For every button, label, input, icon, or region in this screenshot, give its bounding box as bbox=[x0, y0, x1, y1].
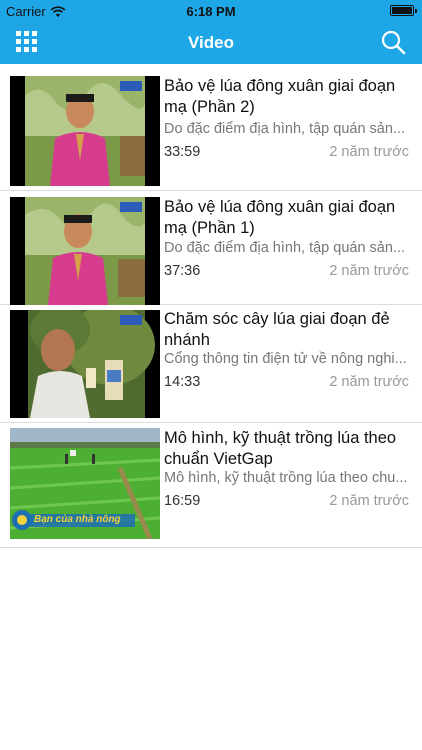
search-icon[interactable] bbox=[380, 29, 406, 55]
battery-icon bbox=[390, 5, 417, 16]
app-header: Carrier 6:18 PM Video bbox=[0, 0, 422, 64]
video-list-item[interactable]: Bạn của nhà nông Mô hình, kỹ thuật trồng… bbox=[0, 423, 422, 548]
status-time: 6:18 PM bbox=[186, 4, 236, 19]
video-title: Bảo vệ lúa đông xuân giai đoạn mạ (Phần … bbox=[164, 198, 396, 237]
tv-presenter-thumbnail bbox=[10, 197, 160, 305]
video-description: Do đặc điểm địa hình, tập quán sản... bbox=[164, 240, 406, 256]
video-list-item[interactable]: Bảo vệ lúa đông xuân giai đoạn mạ (Phần … bbox=[0, 191, 422, 305]
thumbnail-logo-text: Bạn của nhà nông bbox=[34, 514, 121, 525]
video-date: 2 năm trước bbox=[329, 493, 409, 509]
video-title: Bảo vệ lúa đông xuân giai đoạn mạ (Phần … bbox=[164, 77, 396, 116]
video-date: 2 năm trước bbox=[329, 144, 409, 160]
farmer-interview-thumbnail bbox=[10, 310, 160, 418]
tv-presenter-thumbnail bbox=[10, 76, 160, 186]
video-description: Cổng thông tin điện tử về nông nghi... bbox=[164, 351, 407, 367]
video-thumbnail[interactable] bbox=[10, 310, 160, 418]
video-duration: 37:36 bbox=[164, 263, 201, 279]
page-title: Video bbox=[188, 33, 234, 52]
video-title: Chăm sóc cây lúa giai đoạn đẻ nhánh bbox=[164, 310, 390, 349]
video-thumbnail[interactable] bbox=[10, 76, 160, 186]
video-date: 2 năm trước bbox=[329, 263, 409, 279]
video-list: Bảo vệ lúa đông xuân giai đoạn mạ (Phần … bbox=[0, 65, 422, 548]
video-description: Do đặc điểm địa hình, tập quán sản... bbox=[164, 121, 406, 137]
video-thumbnail[interactable]: Bạn của nhà nông bbox=[10, 428, 160, 539]
video-duration: 14:33 bbox=[164, 374, 201, 390]
status-bar: Carrier 6:18 PM bbox=[0, 0, 422, 22]
video-list-item[interactable]: Chăm sóc cây lúa giai đoạn đẻ nhánh Cổng… bbox=[0, 305, 422, 423]
video-title: Mô hình, kỹ thuật trồng lúa theo chuẩn V… bbox=[164, 429, 397, 468]
video-description: Mô hình, kỹ thuật trồng lúa theo chu... bbox=[164, 470, 408, 486]
nav-bar: Video bbox=[0, 22, 422, 64]
video-duration: 16:59 bbox=[164, 493, 201, 509]
video-duration: 33:59 bbox=[164, 144, 201, 160]
video-date: 2 năm trước bbox=[329, 374, 409, 390]
video-list-item[interactable]: Bảo vệ lúa đông xuân giai đoạn mạ (Phần … bbox=[0, 65, 422, 191]
video-thumbnail[interactable] bbox=[10, 197, 160, 305]
